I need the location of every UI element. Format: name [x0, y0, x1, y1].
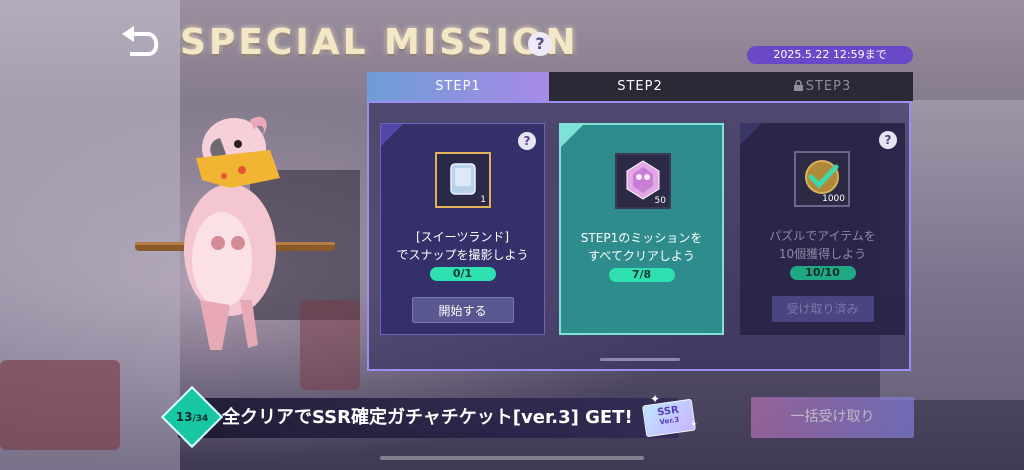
- reward-item[interactable]: 1000: [794, 151, 850, 207]
- reward-item[interactable]: 50: [615, 153, 671, 209]
- mission-card: ? 1000 パズルでアイテムを 10個獲得しよう 10/10 受け取り済み: [740, 123, 905, 335]
- reward-item[interactable]: 1: [435, 152, 491, 208]
- description-line: でスナップを撮影しよう: [396, 248, 529, 262]
- card-corner: [561, 125, 583, 147]
- description-line: すべてクリアしよう: [588, 249, 695, 263]
- progress-badge: 0/1: [429, 267, 496, 281]
- progress-badge: 7/8: [608, 268, 675, 282]
- help-icon[interactable]: ?: [518, 132, 536, 150]
- help-icon[interactable]: ?: [528, 32, 552, 56]
- reward-text: 全クリアでSSR確定ガチャチケット[ver.3] GET!: [222, 407, 633, 428]
- item-quantity: 50: [654, 196, 666, 206]
- step-tabs: STEP1 STEP2 STEP3: [367, 72, 913, 101]
- tab-label: STEP3: [805, 79, 852, 94]
- tab-step1[interactable]: STEP1: [367, 72, 549, 101]
- card-corner: [740, 123, 762, 145]
- help-icon[interactable]: ?: [879, 131, 897, 149]
- lock-icon: [793, 80, 803, 91]
- counter-text: 13/34: [170, 395, 214, 439]
- start-button[interactable]: 開始する: [411, 297, 514, 323]
- tab-step3[interactable]: STEP3: [731, 72, 913, 101]
- item-quantity: 1000: [822, 194, 845, 204]
- counter-current: 13: [175, 410, 193, 424]
- mission-card: ? 1 [スイーツランド] でスナップを撮影しよう 0/1 開始する: [380, 123, 545, 335]
- ticket-label: SSR Ver.3: [644, 403, 694, 428]
- collect-all-button[interactable]: 一括受け取り: [751, 397, 914, 438]
- description-line: パズルでアイテムを: [769, 229, 876, 243]
- page-indicator: [600, 358, 680, 361]
- mission-description: パズルでアイテムを 10個獲得しよう: [740, 227, 905, 263]
- description-line: STEP1のミッションを: [580, 231, 703, 245]
- tab-step2[interactable]: STEP2: [549, 72, 731, 101]
- progress-badge: 10/10: [789, 266, 856, 280]
- background-sofa: [0, 360, 120, 450]
- sparkle-icon: ✦: [650, 392, 661, 406]
- item-quantity: 1: [480, 195, 486, 205]
- claimed-button[interactable]: 受け取り済み: [771, 296, 874, 322]
- parrot-character: [135, 116, 335, 350]
- page-title: SPECIAL MISSION: [180, 22, 579, 63]
- description-line: 10個獲得しよう: [778, 247, 867, 261]
- description-line: [スイーツランド]: [415, 230, 510, 244]
- back-arrow-icon[interactable]: [118, 24, 164, 64]
- scroll-bar[interactable]: [380, 456, 644, 460]
- tab-label: STEP1: [435, 79, 481, 94]
- tab-label: STEP2: [617, 79, 663, 94]
- mission-card: 50 STEP1のミッションを すべてクリアしよう 7/8: [559, 123, 724, 335]
- mission-description: [スイーツランド] でスナップを撮影しよう: [381, 228, 544, 264]
- counter-total: /34: [192, 414, 209, 424]
- sparkle-icon: ✦: [690, 420, 698, 430]
- card-corner: [381, 124, 403, 146]
- mission-description: STEP1のミッションを すべてクリアしよう: [561, 229, 722, 265]
- deadline-badge: 2025.5.22 12:59まで: [747, 46, 913, 64]
